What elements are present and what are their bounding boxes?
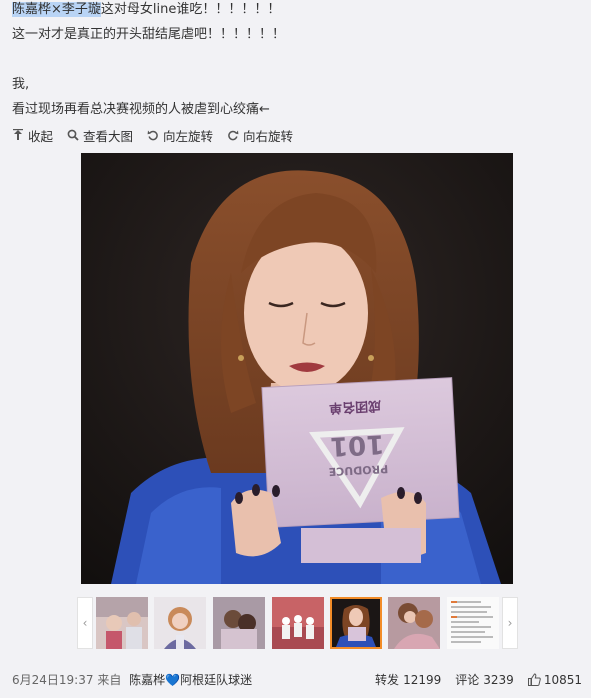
rotate-right-label: 向右旋转: [243, 128, 294, 144]
thumbs-up-icon: [527, 673, 541, 686]
repost-count: 12199: [403, 672, 442, 687]
post-image[interactable]: 成团名单 101 PRODUCE: [81, 153, 513, 584]
rotate-left-icon: [147, 130, 158, 141]
thumbnail-7[interactable]: [447, 597, 499, 649]
heart-icon: 💙: [165, 673, 181, 687]
thumbnail-1-image: [96, 597, 148, 649]
repost-button[interactable]: 转发 12199: [375, 671, 441, 688]
thumbnail-3[interactable]: [213, 597, 265, 649]
like-count: 10851: [543, 672, 582, 687]
post-source-prefix: 来自: [97, 673, 122, 687]
thumbnail-5-image: [332, 599, 380, 647]
thumbnail-1[interactable]: [96, 597, 148, 649]
post-actions: 转发 12199 评论 3239 10851: [361, 671, 582, 688]
view-large-label: 查看大图: [83, 128, 134, 144]
like-button[interactable]: 10851: [527, 672, 582, 687]
post-line-1: 陈嘉桦×李子璇这对母女line谁吃！！！！！！: [12, 0, 280, 22]
comment-label: 评论: [455, 673, 480, 687]
post-line-1-rest: 这对母女line谁吃！！！！！！: [100, 2, 281, 17]
thumbnail-3-image: [213, 597, 265, 649]
thumbnail-5-active[interactable]: [330, 597, 382, 649]
thumbnail-prev-button[interactable]: ‹: [77, 597, 93, 649]
post-author[interactable]: 陈嘉桦: [129, 673, 165, 687]
post-date[interactable]: 6月24日19:37: [12, 673, 94, 687]
thumbnail-next-button[interactable]: ›: [502, 597, 518, 649]
rotate-right-icon: [228, 130, 239, 141]
post-source-suffix[interactable]: 阿根廷队球迷: [180, 673, 252, 687]
post-meta: 6月24日19:37 来自 陈嘉桦💙阿根廷队球迷: [12, 671, 252, 688]
rotate-left-button[interactable]: 向左旋转: [147, 126, 213, 145]
thumbnail-7-image: [447, 597, 499, 649]
thumbnail-6[interactable]: [388, 597, 440, 649]
rotate-left-label: 向左旋转: [163, 128, 214, 144]
selected-text: 陈嘉桦×李子璇: [12, 2, 101, 17]
thumbnail-4-image: [272, 597, 324, 649]
comment-count: 3239: [483, 672, 514, 687]
collapse-label: 收起: [28, 128, 54, 144]
comment-button[interactable]: 评论 3239: [455, 671, 514, 688]
image-toolbar: 收起 查看大图 向左旋转 向右旋转: [12, 125, 307, 145]
chevron-right-icon: ›: [507, 616, 513, 630]
post-line-2: 这一对才是真正的开头甜结尾虐吧！！！！！！: [12, 27, 286, 42]
thumbnail-2-image: [154, 597, 206, 649]
thumbnail-4[interactable]: [272, 597, 324, 649]
magnifier-icon: [67, 129, 79, 141]
post-image-illustration: 成团名单 101 PRODUCE: [81, 153, 513, 584]
post-line-3: 我,: [12, 77, 30, 92]
post-footer: 6月24日19:37 来自 陈嘉桦💙阿根廷队球迷 转发 12199 评论 323…: [12, 671, 582, 688]
thumbnail-2[interactable]: [154, 597, 206, 649]
thumbnail-6-image: [388, 597, 440, 649]
card-text-101: 101: [329, 428, 385, 461]
rotate-right-button[interactable]: 向右旋转: [227, 126, 293, 145]
collapse-icon: [13, 129, 23, 140]
chevron-left-icon: ‹: [82, 616, 88, 630]
thumbnail-strip: ‹ ›: [77, 597, 518, 651]
view-large-button[interactable]: 查看大图: [67, 126, 133, 145]
card-text-small: 成团名单: [329, 397, 382, 416]
collapse-button[interactable]: 收起: [12, 126, 53, 145]
repost-label: 转发: [375, 673, 400, 687]
post-line-4: 看过现场再看总决赛视频的人被虐到心绞痛←: [12, 102, 270, 117]
